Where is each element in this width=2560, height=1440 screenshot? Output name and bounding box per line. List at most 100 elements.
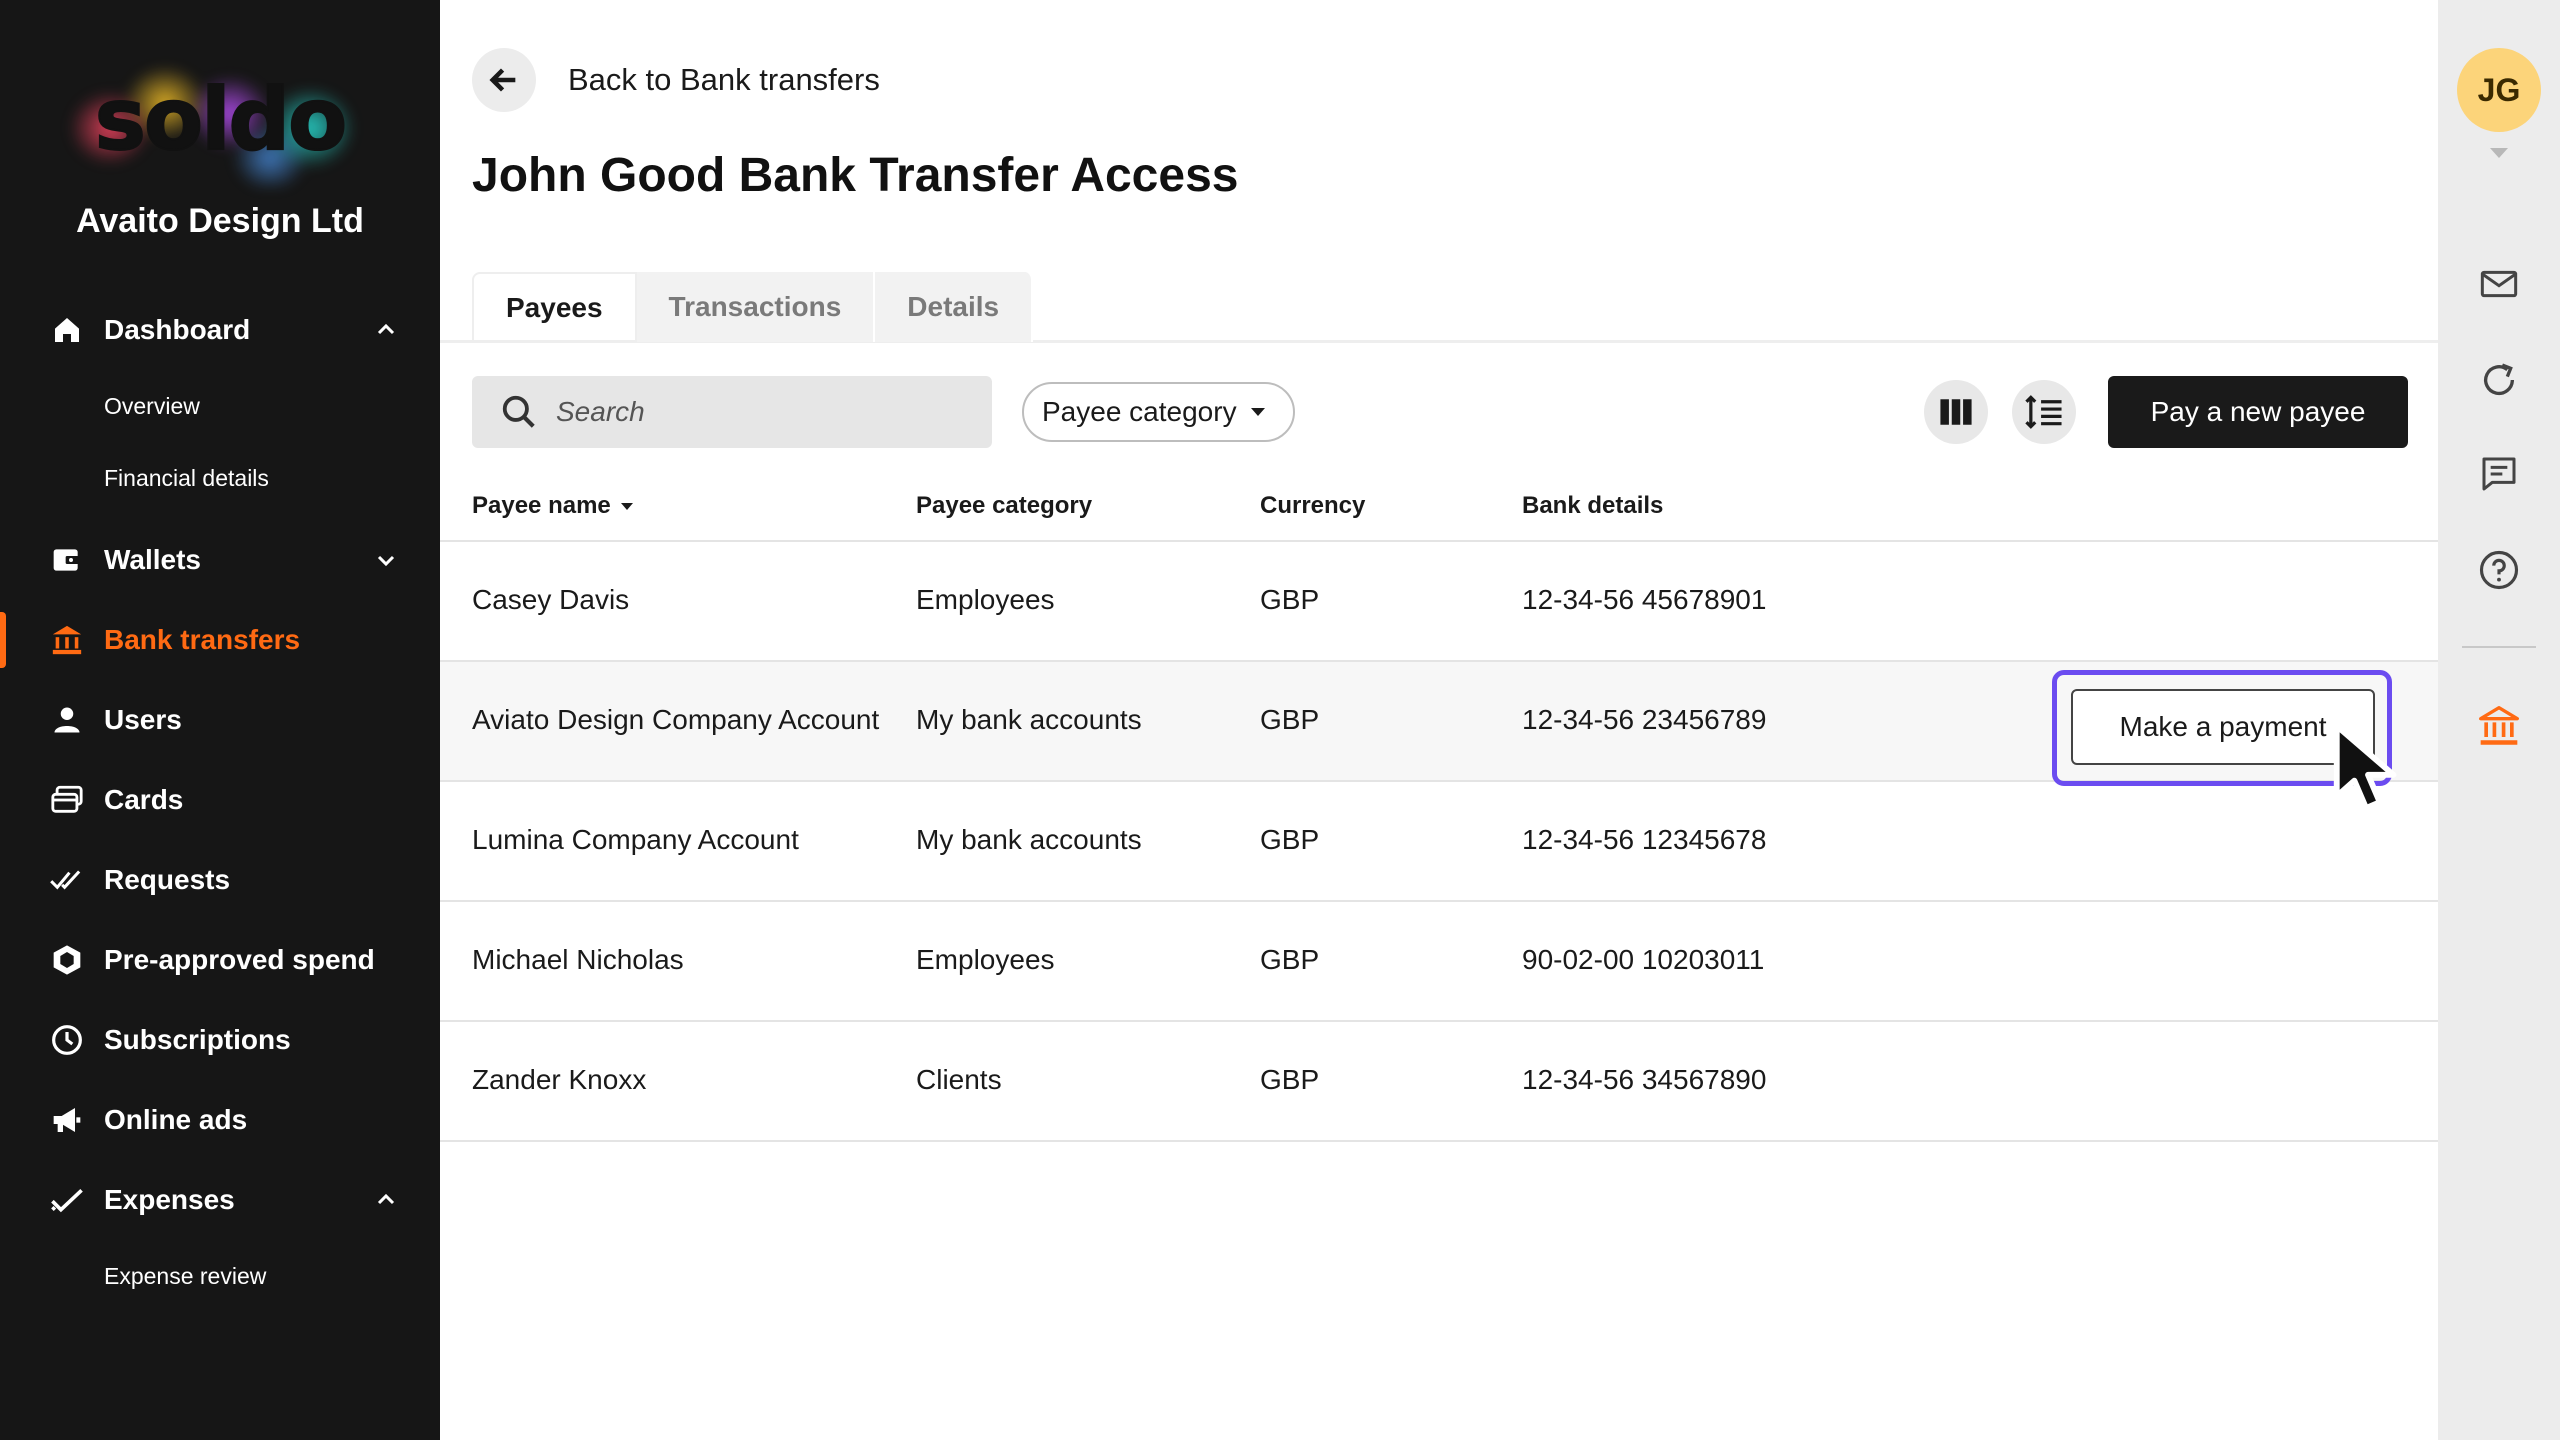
cell-currency: GBP: [1260, 1064, 1320, 1095]
pay-new-payee-button[interactable]: Pay a new payee: [2108, 376, 2408, 448]
tab-transactions[interactable]: Transactions: [636, 272, 876, 342]
payees-table: Payee name Payee category Currency Bank …: [440, 470, 2438, 1142]
logo-text: soldo: [94, 69, 348, 171]
search-box[interactable]: [472, 376, 992, 448]
column-header-payee-name[interactable]: Payee name: [472, 492, 633, 520]
back-button[interactable]: [472, 48, 536, 112]
table-header: Payee name Payee category Currency Bank …: [440, 470, 2438, 542]
wallet-icon: [50, 543, 84, 577]
sidebar-item-label: Users: [104, 704, 182, 735]
sort-down-icon: [620, 502, 633, 510]
table-row[interactable]: Aviato Design Company Account My bank ac…: [440, 662, 2438, 812]
cell-payee-category: Employees: [916, 944, 1055, 975]
sidebar-item-label: Wallets: [104, 544, 201, 575]
columns-button[interactable]: [1924, 380, 1988, 444]
cell-payee-name: Aviato Design Company Account: [472, 704, 880, 735]
cell-currency: GBP: [1260, 824, 1320, 855]
cell-currency: GBP: [1260, 704, 1320, 735]
sidebar-item-online-ads[interactable]: Online ads: [0, 1080, 440, 1160]
search-icon: [502, 395, 535, 428]
column-header-label: Payee name: [472, 492, 611, 519]
payee-category-filter[interactable]: Payee category: [1022, 382, 1295, 442]
cell-payee-category: Employees: [916, 584, 1055, 615]
sidebar-item-pre-approved-spend[interactable]: Pre-approved spend: [0, 920, 440, 1000]
sidebar-subitem-financial-details[interactable]: Financial details: [0, 442, 440, 514]
check-icon: [50, 1183, 84, 1217]
caret-down-icon: [1250, 408, 1265, 416]
sidebar-item-label: Dashboard: [104, 314, 251, 345]
page-title: John Good Bank Transfer Access: [472, 149, 1239, 202]
user-icon: [50, 703, 84, 737]
sidebar-item-label: Bank transfers: [104, 624, 301, 655]
cell-bank-details: 90-02-00 10203011: [1522, 944, 1765, 975]
table-row[interactable]: Michael Nicholas Employees GBP 90-02-00 …: [440, 902, 2438, 1022]
sidebar-subitem-expense-review[interactable]: Expense review: [0, 1240, 440, 1312]
table-row[interactable]: Zander Knoxx Clients GBP 12-34-56 345678…: [440, 1022, 2438, 1142]
cell-payee-name: Michael Nicholas: [472, 944, 684, 975]
sidebar-item-wallets[interactable]: Wallets: [0, 520, 440, 600]
sidebar-item-users[interactable]: Users: [0, 680, 440, 760]
column-header-payee-category: Payee category: [916, 492, 1093, 519]
sidebar-item-subscriptions[interactable]: Subscriptions: [0, 1000, 440, 1080]
tab-payees[interactable]: Payees: [472, 272, 637, 342]
cell-payee-name: Zander Knoxx: [472, 1064, 647, 1095]
help-icon[interactable]: [2477, 548, 2521, 592]
chevron-up-icon[interactable]: [374, 318, 398, 342]
row-density-button[interactable]: [2012, 380, 2076, 444]
cell-payee-category: Clients: [916, 1064, 1002, 1095]
cell-bank-details: 12-34-56 34567890: [1522, 1064, 1767, 1095]
bank-icon: [50, 623, 84, 657]
sidebar-item-label: Requests: [104, 864, 231, 895]
sidebar-item-bank-transfers[interactable]: Bank transfers: [0, 600, 440, 680]
sidebar-subitem-overview[interactable]: Overview: [0, 370, 440, 442]
sidebar-item-label: Subscriptions: [104, 1024, 291, 1055]
right-rail: JG: [2438, 0, 2560, 1440]
sidebar: soldo Avaito Design Ltd Dashboard Overvi…: [0, 0, 440, 1440]
double-check-icon: [50, 863, 84, 897]
sidebar-item-dashboard[interactable]: Dashboard: [0, 290, 440, 370]
chevron-down-icon[interactable]: [374, 548, 398, 572]
sidebar-item-label: Online ads: [104, 1104, 248, 1135]
sidebar-item-cards[interactable]: Cards: [0, 760, 440, 840]
home-icon: [50, 313, 84, 347]
back-link[interactable]: Back to Bank transfers: [568, 62, 880, 98]
cell-currency: GBP: [1260, 584, 1320, 615]
column-header-currency: Currency: [1260, 492, 1366, 519]
cell-bank-details: 12-34-56 23456789: [1522, 704, 1767, 735]
chevron-up-icon[interactable]: [374, 1188, 398, 1212]
mail-icon[interactable]: [2477, 262, 2521, 306]
soldo-logo: soldo: [70, 58, 370, 188]
columns-icon: [1940, 399, 1972, 425]
sidebar-item-label: Expenses: [104, 1184, 235, 1215]
sidebar-item-requests[interactable]: Requests: [0, 840, 440, 920]
chat-icon[interactable]: [2477, 452, 2521, 496]
cell-payee-category: My bank accounts: [916, 824, 1142, 855]
company-name: Avaito Design Ltd: [76, 202, 364, 240]
cell-payee-name: Casey Davis: [472, 584, 630, 615]
app-window: soldo Avaito Design Ltd Dashboard Overvi…: [0, 0, 2560, 1440]
line-height-icon: [2025, 395, 2062, 429]
hexagon-icon: [50, 943, 84, 977]
refresh-icon[interactable]: [2477, 358, 2521, 402]
arrow-left-icon: [489, 68, 516, 92]
tab-bar: Payees Transactions Details: [472, 272, 1034, 342]
sidebar-item-label: Pre-approved spend: [104, 944, 375, 975]
main-content: Back to Bank transfers John Good Bank Tr…: [440, 0, 2438, 1440]
rail-divider: [2462, 646, 2536, 648]
table-row[interactable]: Casey Davis Employees GBP 12-34-56 45678…: [440, 542, 2438, 662]
cell-currency: GBP: [1260, 944, 1320, 975]
caret-down-icon[interactable]: [2490, 148, 2508, 158]
sidebar-nav: Dashboard Overview Financial details Wal…: [0, 290, 440, 1312]
clock-icon: [50, 1023, 84, 1057]
cell-bank-details: 12-34-56 12345678: [1522, 824, 1767, 855]
table-row[interactable]: Lumina Company Account My bank accounts …: [440, 782, 2438, 902]
sidebar-item-label: Cards: [104, 784, 184, 815]
sidebar-item-expenses[interactable]: Expenses: [0, 1160, 440, 1240]
bank-icon[interactable]: [2477, 704, 2521, 748]
search-input[interactable]: [556, 396, 976, 428]
avatar[interactable]: JG: [2457, 48, 2541, 132]
cell-payee-category: My bank accounts: [916, 704, 1142, 735]
filter-label: Payee category: [1042, 396, 1237, 427]
column-header-bank-details: Bank details: [1522, 492, 1664, 519]
tab-details[interactable]: Details: [875, 272, 1034, 342]
